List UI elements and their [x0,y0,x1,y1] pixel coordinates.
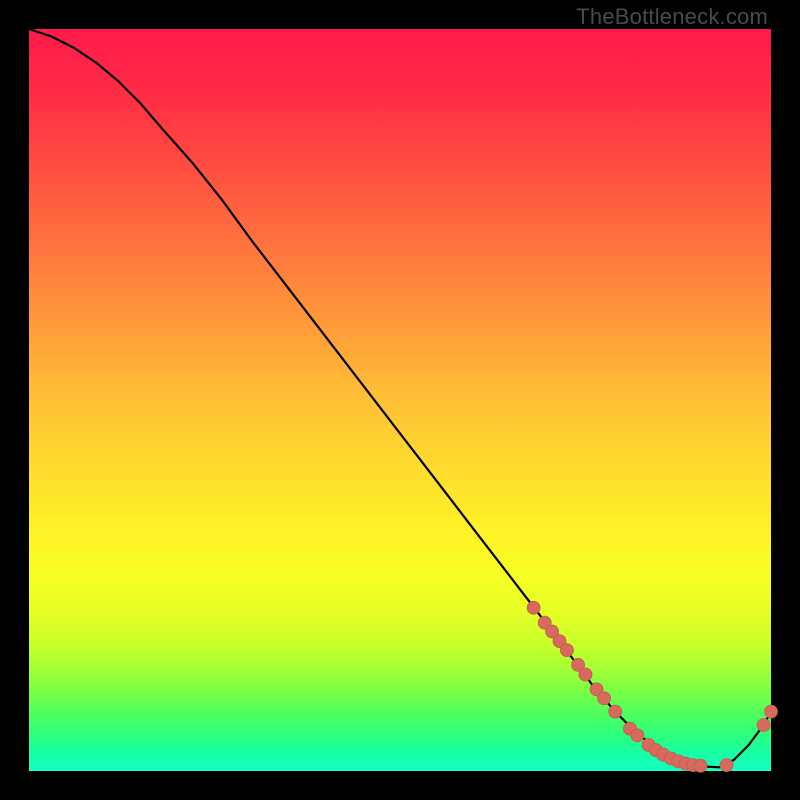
watermark-text: TheBottleneck.com [576,4,768,30]
chart-gradient-background [29,29,771,771]
chart-stage: TheBottleneck.com [0,0,800,800]
